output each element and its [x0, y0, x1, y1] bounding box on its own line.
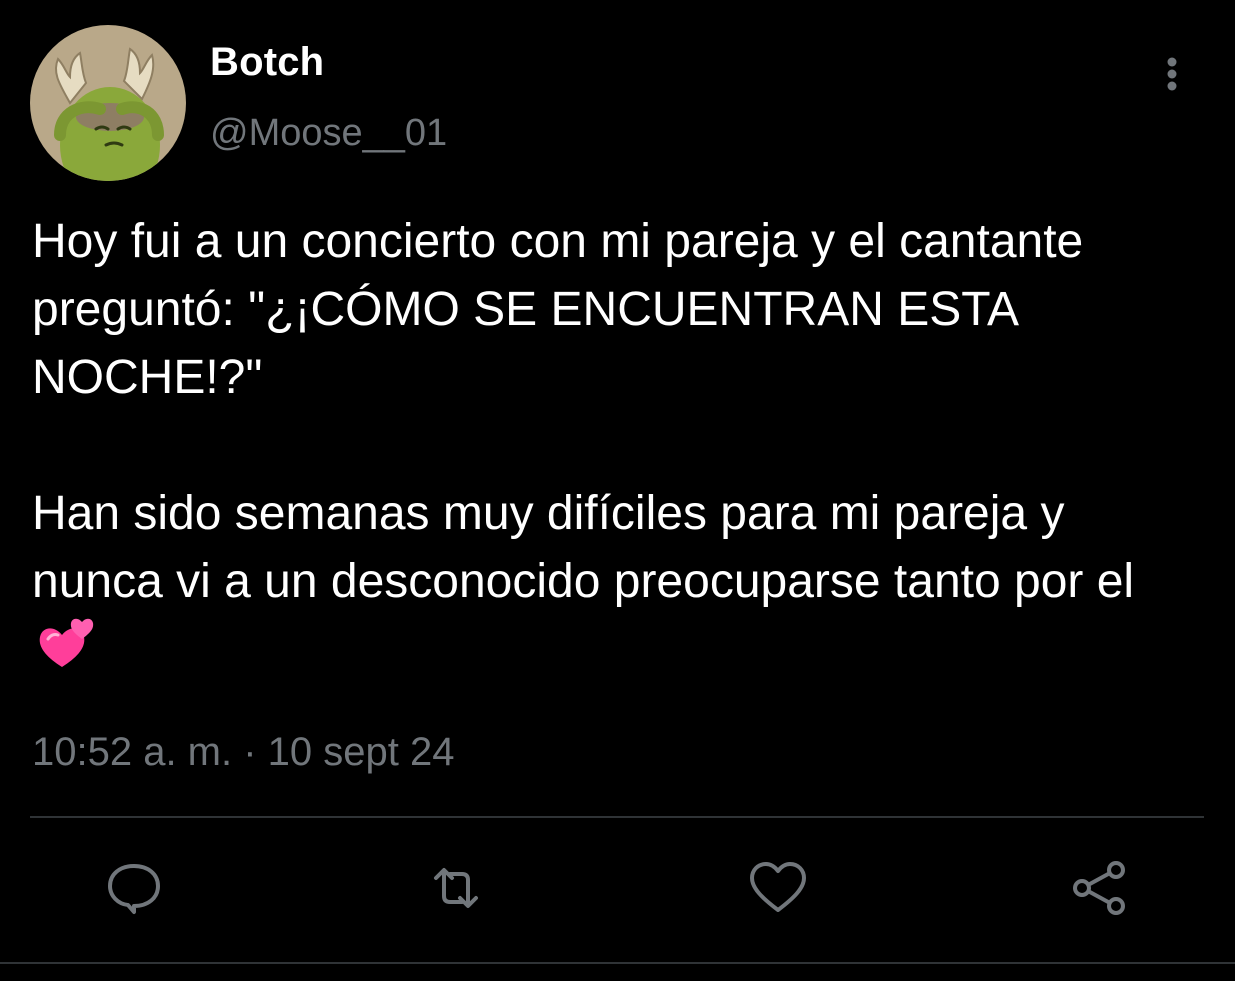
share-icon: [1073, 861, 1125, 915]
tweet-paragraph-2-text: Han sido semanas muy difíciles para mi p…: [32, 487, 1135, 608]
user-handle[interactable]: @Moose__01: [210, 112, 447, 155]
heart-icon: [750, 862, 806, 912]
reply-button[interactable]: [104, 858, 164, 918]
tweet-card: Botch @Moose__01 Hoy fui a un concierto …: [0, 0, 1235, 981]
avatar[interactable]: [30, 25, 186, 181]
tweet-paragraph-1: Hoy fui a un concierto con mi pareja y e…: [32, 215, 1084, 404]
tweet-time: 10:52 a. m.: [32, 730, 233, 774]
divider: [30, 816, 1204, 818]
meta-separator: ·: [232, 730, 268, 774]
share-button[interactable]: [1070, 858, 1130, 918]
retweet-button[interactable]: [426, 858, 486, 918]
display-name[interactable]: Botch: [210, 40, 324, 85]
tweet-timestamp[interactable]: 10:52 a. m. · 10 sept 24: [32, 730, 455, 775]
tweet-paragraph-2: Han sido semanas muy difíciles para mi p…: [32, 480, 1192, 690]
tweet-text: Hoy fui a un concierto con mi pareja y e…: [32, 208, 1192, 690]
reply-icon: [108, 864, 160, 914]
two-hearts-emoji: [38, 617, 98, 690]
moose-avatar-icon: [30, 25, 186, 181]
bottom-divider: [0, 962, 1235, 964]
tweet-date: 10 sept 24: [267, 730, 455, 774]
retweet-icon: [434, 868, 478, 908]
like-button[interactable]: [748, 858, 808, 918]
more-options-icon[interactable]: [1150, 52, 1194, 96]
